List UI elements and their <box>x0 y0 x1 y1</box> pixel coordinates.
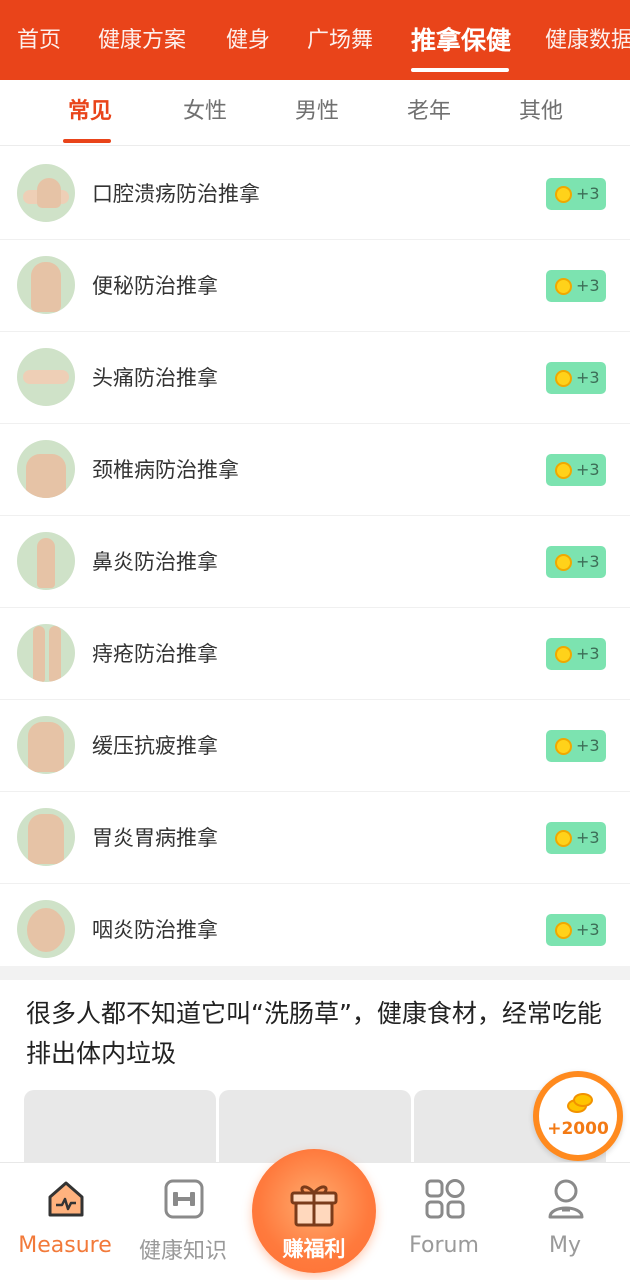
coin-icon <box>555 462 572 479</box>
thumbnail-image <box>17 256 75 314</box>
reward-badge[interactable]: +3 <box>546 270 606 302</box>
top-nav: 首页 健康方案 健身 广场舞 推拿保健 健康数据 <box>0 0 630 80</box>
user-icon <box>548 1179 584 1219</box>
list-item[interactable]: 痔疮防治推拿 +3 <box>0 608 630 700</box>
bottom-nav: Measure 健康知识 赚福利 Forum My <box>0 1149 630 1280</box>
gift-icon <box>290 1185 338 1227</box>
reward-badge[interactable]: +3 <box>546 638 606 670</box>
tab-health-plan[interactable]: 健康方案 <box>98 0 186 80</box>
list-item[interactable]: 胃炎胃病推拿 +3 <box>0 792 630 884</box>
coin-icon <box>555 554 572 571</box>
coin-icon <box>555 278 572 295</box>
thumbnail-image <box>17 164 75 222</box>
list-item-title: 头痛防治推拿 <box>92 366 218 390</box>
reward-badge[interactable]: +3 <box>546 362 606 394</box>
active-tab-indicator <box>411 68 509 72</box>
subtab-common[interactable]: 常见 <box>50 80 130 144</box>
thumbnail-image <box>17 440 75 498</box>
tab-fitness[interactable]: 健身 <box>226 0 270 80</box>
nav-health-knowledge[interactable]: 健康知识 <box>120 1163 246 1280</box>
nav-measure[interactable]: Measure <box>2 1163 128 1280</box>
coin-icon <box>555 922 572 939</box>
list-item-title: 鼻炎防治推拿 <box>92 550 218 574</box>
active-subtab-indicator <box>63 139 111 143</box>
coin-stack-icon <box>563 1091 597 1113</box>
grid-apps-icon <box>425 1179 465 1219</box>
list-item-title: 胃炎胃病推拿 <box>92 826 218 850</box>
tab-square-dance[interactable]: 广场舞 <box>307 0 373 80</box>
list-item-title: 便秘防治推拿 <box>92 274 218 298</box>
coin-icon <box>555 370 572 387</box>
reward-badge[interactable]: +3 <box>546 454 606 486</box>
coin-icon <box>555 738 572 755</box>
thumbnail-image <box>17 716 75 774</box>
reward-badge[interactable]: +3 <box>546 914 606 946</box>
list-item-title: 颈椎病防治推拿 <box>92 458 239 482</box>
house-heartbeat-icon <box>48 1181 84 1217</box>
list-item-title: 缓压抗疲推拿 <box>92 734 218 758</box>
thumbnail-image <box>17 900 75 958</box>
list-item[interactable]: 咽炎防治推拿 +3 <box>0 884 630 976</box>
article-image <box>24 1090 216 1162</box>
reward-badge[interactable]: +3 <box>546 546 606 578</box>
thumbnail-image <box>17 808 75 866</box>
list-item[interactable]: 口腔溃疡防治推拿 +3 <box>0 148 630 240</box>
subtab-male[interactable]: 男性 <box>277 80 357 144</box>
subtab-elderly[interactable]: 老年 <box>389 80 469 144</box>
nav-earn-rewards[interactable]: 赚福利 <box>252 1149 376 1273</box>
tab-home[interactable]: 首页 <box>17 0 61 80</box>
section-divider <box>0 966 630 980</box>
reward-badge[interactable]: +3 <box>546 730 606 762</box>
coin-icon <box>555 186 572 203</box>
dumbbell-icon <box>164 1179 204 1219</box>
nav-forum[interactable]: Forum <box>381 1163 507 1280</box>
article-title[interactable]: 很多人都不知道它叫“洗肠草”，健康食材，经常吃能排出体内垃圾 <box>26 994 616 1074</box>
list-item[interactable]: 便秘防治推拿 +3 <box>0 240 630 332</box>
tab-health-data[interactable]: 健康数据 <box>545 0 630 80</box>
list-item-title: 咽炎防治推拿 <box>92 918 218 942</box>
thumbnail-image <box>17 348 75 406</box>
list-item[interactable]: 颈椎病防治推拿 +3 <box>0 424 630 516</box>
list-item-title: 口腔溃疡防治推拿 <box>92 182 260 206</box>
coin-icon <box>555 830 572 847</box>
subtab-female[interactable]: 女性 <box>165 80 245 144</box>
nav-my[interactable]: My <box>502 1163 628 1280</box>
thumbnail-image <box>17 624 75 682</box>
reward-badge[interactable]: +3 <box>546 822 606 854</box>
subtab-other[interactable]: 其他 <box>501 80 581 144</box>
list-item[interactable]: 头痛防治推拿 +3 <box>0 332 630 424</box>
sub-tabs: 常见 女性 男性 老年 其他 <box>0 80 630 146</box>
list-item-title: 痔疮防治推拿 <box>92 642 218 666</box>
bonus-amount: +2000 <box>547 1119 609 1139</box>
list-item[interactable]: 缓压抗疲推拿 +3 <box>0 700 630 792</box>
list-item[interactable]: 鼻炎防治推拿 +3 <box>0 516 630 608</box>
bonus-float-button[interactable]: +2000 <box>533 1071 623 1161</box>
reward-badge[interactable]: +3 <box>546 178 606 210</box>
coin-icon <box>555 646 572 663</box>
thumbnail-image <box>17 532 75 590</box>
